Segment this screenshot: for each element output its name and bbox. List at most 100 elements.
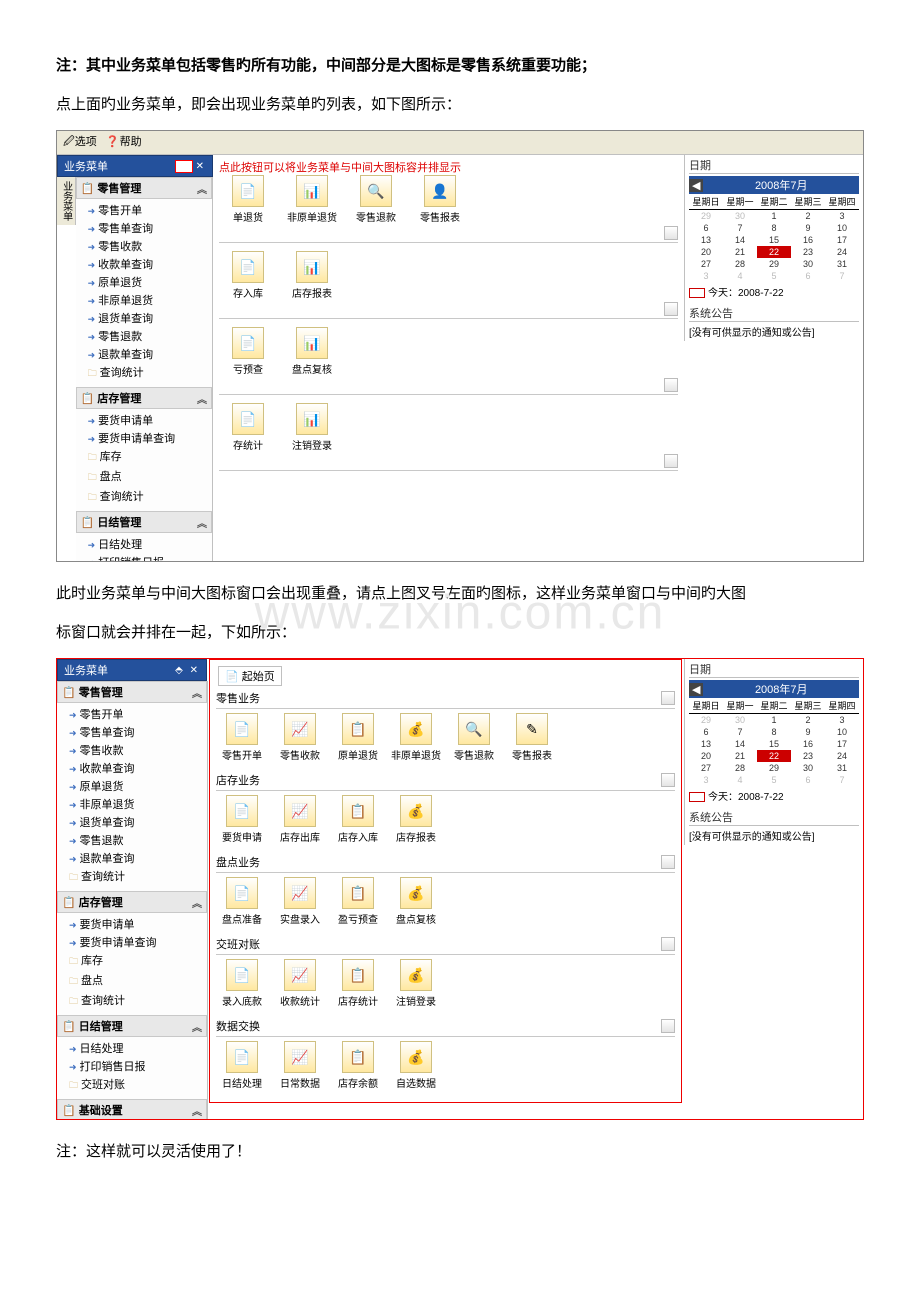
action-icon: 🔍 [458, 713, 490, 745]
resize-icon[interactable] [664, 454, 678, 468]
big-icon-button[interactable]: 🔍零售退款 [448, 713, 500, 762]
big-icon-button[interactable]: 📋原单退货 [332, 713, 384, 762]
sidebar-item[interactable]: 非原单退货 [69, 795, 207, 813]
resize-icon[interactable] [661, 1019, 675, 1033]
big-icon-button[interactable]: 🔍零售退款 [347, 175, 405, 224]
resize-icon[interactable] [661, 691, 675, 705]
sidebar-item[interactable]: 原单退货 [69, 777, 207, 795]
big-icon-button[interactable]: 📈店存出库 [274, 795, 326, 844]
sidebar-item[interactable]: 查询统计 [88, 363, 212, 383]
big-icon-button[interactable]: 💰店存报表 [390, 795, 442, 844]
sidebar-item[interactable]: 零售开单 [88, 201, 212, 219]
resize-icon[interactable] [661, 773, 675, 787]
calendar[interactable]: 星期日星期一星期二星期三星期四2930123678910131415161720… [689, 698, 859, 786]
sidebar-item[interactable]: 盘点 [88, 467, 212, 487]
big-icon-button[interactable]: 💰注销登录 [390, 959, 442, 1008]
big-icon-button[interactable]: 📊店存报表 [283, 251, 341, 300]
big-icon-button[interactable]: 📈实盘录入 [274, 877, 326, 926]
calendar[interactable]: 星期日星期一星期二星期三星期四2930123678910131415161720… [689, 194, 859, 282]
section-base[interactable]: 📋 基础设置︽ [57, 1099, 207, 1120]
sidebar-item[interactable]: 收款单查询 [88, 255, 212, 273]
sidebar-item[interactable]: 零售单查询 [88, 219, 212, 237]
cal-prev[interactable]: ◀ [689, 683, 703, 696]
action-icon: 📄 [226, 1041, 258, 1073]
sidebar-item[interactable]: 盘点 [69, 971, 207, 991]
sidebar-item[interactable]: 要货申请单 [88, 411, 212, 429]
sidebar-item[interactable]: 查询统计 [69, 867, 207, 887]
section-daily[interactable]: 📋 日结管理︽ [57, 1015, 207, 1037]
biz-menu-title-2: 业务菜单 ⬘ ✕ [57, 659, 207, 681]
action-icon: 📈 [284, 877, 316, 909]
sidebar-item[interactable]: 库存 [69, 951, 207, 971]
resize-icon[interactable] [661, 855, 675, 869]
big-icon-button[interactable]: 📊非原单退货 [283, 175, 341, 224]
big-icon-button[interactable]: 📄零售开单 [216, 713, 268, 762]
resize-icon[interactable] [664, 302, 678, 316]
sidebar-item[interactable]: 日结处理 [69, 1039, 207, 1057]
sidebar-item[interactable]: 零售收款 [69, 741, 207, 759]
sidebar-item[interactable]: 退款单查询 [88, 345, 212, 363]
big-icon-button[interactable]: 📄要货申请 [216, 795, 268, 844]
big-icon-button[interactable]: 📄存统计 [219, 403, 277, 452]
section-store[interactable]: 📋 店存管理︽ [57, 891, 207, 913]
big-icon-button[interactable]: 📄盘点准备 [216, 877, 268, 926]
section-store[interactable]: 📋 店存管理︽ [76, 387, 212, 409]
sidebar-item[interactable]: 零售退款 [88, 327, 212, 345]
big-icon-button[interactable]: 📋盈亏预查 [332, 877, 384, 926]
sidebar-item[interactable]: 收款单查询 [69, 759, 207, 777]
big-icon-button[interactable]: 📄存入库 [219, 251, 277, 300]
big-icon-button[interactable]: 📄录入底款 [216, 959, 268, 1008]
group-header: 店存业务 [216, 770, 675, 791]
big-icon-button[interactable]: ✎零售报表 [506, 713, 558, 762]
big-icon-button[interactable]: 📋店存统计 [332, 959, 384, 1008]
cal-prev[interactable]: ◀ [689, 179, 703, 192]
big-icon-button[interactable]: 📄亏预查 [219, 327, 277, 376]
big-icon-button[interactable]: 📄日结处理 [216, 1041, 268, 1090]
sidebar-item[interactable]: 退货单查询 [69, 813, 207, 831]
big-icon-button[interactable]: 👤零售报表 [411, 175, 469, 224]
sidebar-item[interactable]: 打印销售日报 [88, 553, 212, 562]
sidebar-item[interactable]: 库存 [88, 447, 212, 467]
big-icon-button[interactable]: 📋店存入库 [332, 795, 384, 844]
section-daily[interactable]: 📋 日结管理︽ [76, 511, 212, 533]
big-icon-button[interactable]: 📊盘点复核 [283, 327, 341, 376]
start-tab[interactable]: 📄 起始页 [218, 666, 282, 686]
big-icon-button[interactable]: 💰盘点复核 [390, 877, 442, 926]
sidebar-item[interactable]: 退货单查询 [88, 309, 212, 327]
sidebar-item[interactable]: 零售单查询 [69, 723, 207, 741]
bulletin-text: [没有可供显示的通知或公告] [689, 828, 859, 843]
sidebar-item[interactable]: 交班对账 [69, 1075, 207, 1095]
section-retail[interactable]: 📋 零售管理︽ [57, 681, 207, 703]
sidebar-item[interactable]: 退款单查询 [69, 849, 207, 867]
big-icon-button[interactable]: 📈收款统计 [274, 959, 326, 1008]
resize-icon[interactable] [664, 378, 678, 392]
big-icon-button[interactable]: 📄单退货 [219, 175, 277, 224]
resize-icon[interactable] [664, 226, 678, 240]
sidebar-item[interactable]: 打印销售日报 [69, 1057, 207, 1075]
vertical-tab[interactable]: 业务菜单 [57, 177, 76, 225]
sidebar-item[interactable]: 日结处理 [88, 535, 212, 553]
pin-close-controls[interactable]: ⬘✕ [175, 160, 206, 173]
sidebar-item[interactable]: 零售退款 [69, 831, 207, 849]
sidebar-item[interactable]: 非原单退货 [88, 291, 212, 309]
resize-icon[interactable] [661, 937, 675, 951]
big-icon-button[interactable]: 💰自选数据 [390, 1041, 442, 1090]
sidebar-item[interactable]: 要货申请单查询 [69, 933, 207, 951]
big-icon-button[interactable]: 📈零售收款 [274, 713, 326, 762]
sidebar-item[interactable]: 要货申请单 [69, 915, 207, 933]
sidebar-item[interactable]: 要货申请单查询 [88, 429, 212, 447]
section-retail[interactable]: 📋 零售管理︽ [76, 177, 212, 199]
sidebar-item[interactable]: 原单退货 [88, 273, 212, 291]
sidebar-item[interactable]: 零售收款 [88, 237, 212, 255]
sidebar-item[interactable]: 查询统计 [88, 487, 212, 507]
big-icon-button[interactable]: 📈日常数据 [274, 1041, 326, 1090]
menu-options[interactable]: 🖉选项 [63, 136, 97, 148]
action-icon: 📄 [226, 959, 258, 991]
sidebar-item[interactable]: 零售开单 [69, 705, 207, 723]
menu-help[interactable]: ❓帮助 [106, 136, 142, 148]
pin-close-controls[interactable]: ⬘ ✕ [175, 665, 200, 676]
sidebar-item[interactable]: 查询统计 [69, 991, 207, 1011]
big-icon-button[interactable]: 📊注销登录 [283, 403, 341, 452]
big-icon-button[interactable]: 💰非原单退货 [390, 713, 442, 762]
big-icon-button[interactable]: 📋店存余额 [332, 1041, 384, 1090]
